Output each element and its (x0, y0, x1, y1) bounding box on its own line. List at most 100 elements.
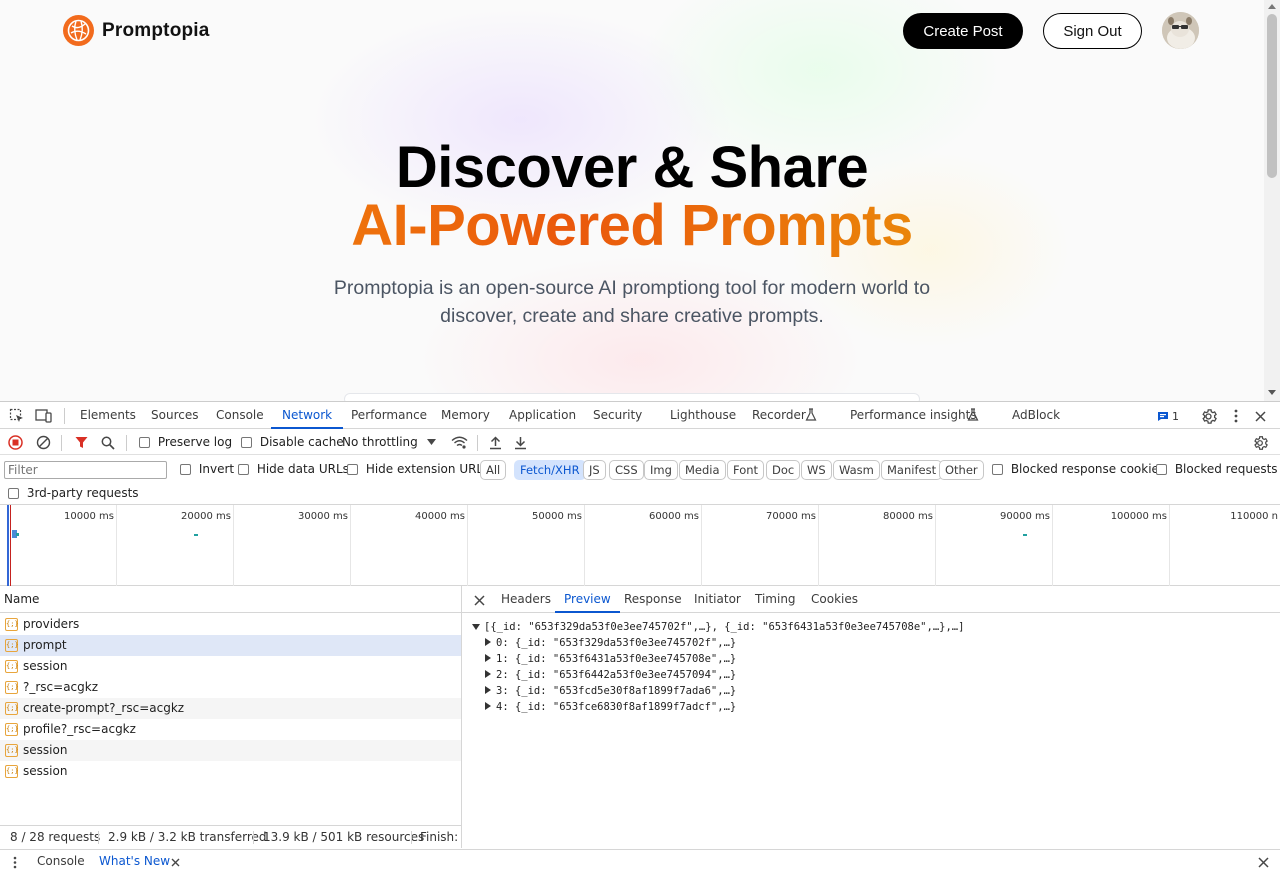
json-item[interactable]: 2: {_id: "653f6442a53f0e3ee7457094",…} (496, 667, 736, 683)
close-drawer-icon[interactable] (1256, 855, 1270, 869)
scroll-down-arrow-icon[interactable] (1268, 390, 1276, 395)
checkbox-box[interactable] (241, 437, 252, 448)
json-item[interactable]: 0: {_id: "653f329da53f0e3ee745702f",…} (496, 635, 736, 651)
collapse-triangle-icon[interactable] (485, 702, 491, 710)
scroll-up-arrow-icon[interactable] (1268, 4, 1276, 9)
request-row-rsc[interactable]: {;} ?_rsc=acgkz (0, 677, 461, 698)
collapse-triangle-icon[interactable] (485, 686, 491, 694)
drawer-menu-icon[interactable] (9, 854, 21, 870)
search-icon[interactable] (100, 434, 116, 451)
filter-type-ws[interactable]: WS (801, 460, 832, 480)
tab-security[interactable]: Security (593, 402, 642, 429)
tab-lighthouse[interactable]: Lighthouse (670, 402, 736, 429)
json-root-array[interactable]: [{_id: "653f329da53f0e3ee745702f",…}, {_… (484, 619, 964, 635)
filter-type-css[interactable]: CSS (609, 460, 644, 480)
network-conditions-wifi-icon[interactable] (450, 434, 468, 451)
filter-type-fetch-xhr[interactable]: Fetch/XHR (514, 460, 586, 480)
close-tab-icon[interactable] (168, 855, 182, 869)
sign-out-button[interactable]: Sign Out (1043, 13, 1142, 49)
checkbox-box[interactable] (139, 437, 150, 448)
page-scrollbar[interactable] (1264, 0, 1280, 401)
device-toolbar-icon[interactable] (35, 407, 53, 425)
settings-gear-icon[interactable] (1198, 406, 1218, 426)
scrollbar-thumb[interactable] (1267, 14, 1277, 178)
collapse-triangle-icon[interactable] (485, 670, 491, 678)
clear-log-icon[interactable] (35, 434, 52, 451)
filter-type-media[interactable]: Media (679, 460, 726, 480)
blocked-requests-checkbox[interactable]: Blocked requests (1156, 462, 1278, 476)
tab-performance[interactable]: Performance (351, 402, 427, 429)
tab-elements[interactable]: Elements (80, 402, 136, 429)
network-settings-gear-icon[interactable] (1250, 433, 1270, 452)
json-item[interactable]: 1: {_id: "653f6431a53f0e3ee745708e",…} (496, 651, 736, 667)
tab-network[interactable]: Network (271, 402, 344, 429)
collapse-triangle-icon[interactable] (485, 654, 491, 662)
tab-performance-insights[interactable]: Performance insights (850, 402, 977, 429)
checkbox-box[interactable] (347, 464, 358, 475)
site-logo[interactable]: Promptopia (63, 15, 210, 46)
user-avatar[interactable] (1162, 12, 1199, 49)
disable-cache-checkbox[interactable]: Disable cache (241, 435, 344, 449)
filter-type-js[interactable]: JS (583, 460, 606, 480)
issues-badge[interactable]: 1 (1156, 408, 1180, 424)
filter-type-img[interactable]: Img (644, 460, 678, 480)
tab-response[interactable]: Response (624, 586, 682, 613)
more-options-icon[interactable] (1228, 406, 1244, 426)
tab-memory[interactable]: Memory (441, 402, 490, 429)
record-stop-icon[interactable] (7, 434, 24, 451)
close-detail-icon[interactable] (472, 593, 486, 607)
name-column-header[interactable]: Name (0, 586, 461, 613)
tab-sources[interactable]: Sources (151, 402, 198, 429)
prompt-search-input[interactable] (344, 393, 920, 401)
throttling-select[interactable]: No throttling (342, 435, 418, 449)
expand-triangle-icon[interactable] (472, 624, 480, 630)
filter-input[interactable] (4, 461, 167, 479)
filter-type-doc[interactable]: Doc (766, 460, 801, 480)
drawer-tab-whats-new[interactable]: What's New (99, 850, 170, 871)
request-row-session[interactable]: {;} session (0, 656, 461, 677)
request-row-prompt[interactable]: {;} prompt (0, 635, 461, 656)
drawer-tab-console[interactable]: Console (37, 850, 85, 871)
collapse-triangle-icon[interactable] (485, 638, 491, 646)
blocked-response-cookies-checkbox[interactable]: Blocked response cookies (992, 462, 1165, 476)
request-row-profile[interactable]: {;} profile?_rsc=acgkz (0, 719, 461, 740)
filter-type-font[interactable]: Font (727, 460, 765, 480)
json-item[interactable]: 4: {_id: "653fce6830f8af1899f7adcf",…} (496, 699, 736, 715)
checkbox-box[interactable] (992, 464, 1003, 475)
import-har-upload-icon[interactable] (487, 434, 503, 451)
filter-type-manifest[interactable]: Manifest (881, 460, 943, 480)
tab-headers[interactable]: Headers (501, 586, 551, 613)
tab-initiator[interactable]: Initiator (694, 586, 741, 613)
hide-extension-urls-checkbox[interactable]: Hide extension URLs (347, 462, 489, 476)
checkbox-box[interactable] (8, 488, 19, 499)
tab-timing[interactable]: Timing (755, 586, 796, 613)
checkbox-box[interactable] (238, 464, 249, 475)
request-row-create-prompt[interactable]: {;} create-prompt?_rsc=acgkz (0, 698, 461, 719)
third-party-requests-checkbox[interactable]: 3rd-party requests (8, 486, 139, 500)
invert-checkbox[interactable]: Invert (180, 462, 234, 476)
hide-data-urls-checkbox[interactable]: Hide data URLs (238, 462, 349, 476)
tab-adblock[interactable]: AdBlock (1012, 402, 1060, 429)
json-item[interactable]: 3: {_id: "653fcd5e30f8af1899f7ada6",…} (496, 683, 736, 699)
request-row-session[interactable]: {;} session (0, 740, 461, 761)
request-row-providers[interactable]: {;} providers (0, 614, 461, 635)
filter-type-other[interactable]: Other (939, 460, 984, 480)
create-post-button[interactable]: Create Post (903, 13, 1023, 49)
tab-console[interactable]: Console (216, 402, 264, 429)
filter-type-wasm[interactable]: Wasm (833, 460, 880, 480)
export-har-download-icon[interactable] (512, 434, 528, 451)
tab-preview[interactable]: Preview (555, 586, 620, 613)
inspect-element-icon[interactable] (8, 407, 26, 425)
tab-recorder[interactable]: Recorder (752, 402, 806, 429)
chevron-down-icon[interactable] (425, 437, 437, 447)
tab-application[interactable]: Application (509, 402, 576, 429)
checkbox-box[interactable] (1156, 464, 1167, 475)
filter-funnel-icon[interactable] (73, 434, 89, 451)
tab-cookies[interactable]: Cookies (811, 586, 858, 613)
preserve-log-checkbox[interactable]: Preserve log (139, 435, 232, 449)
close-devtools-icon[interactable] (1252, 407, 1268, 425)
checkbox-box[interactable] (180, 464, 191, 475)
request-row-session[interactable]: {;} session (0, 761, 461, 782)
filter-type-all[interactable]: All (480, 460, 507, 480)
network-overview-timeline[interactable]: 10000 ms 20000 ms 30000 ms 40000 ms 5000… (0, 505, 1280, 586)
